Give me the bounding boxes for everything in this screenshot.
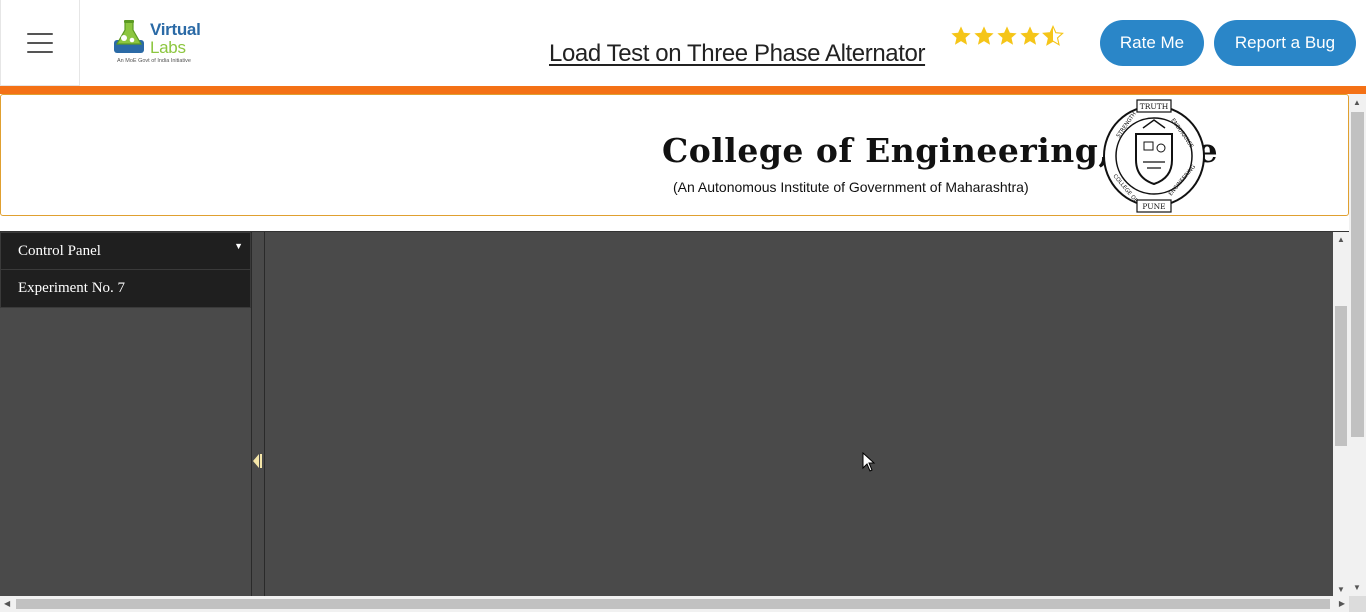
scrollbar-corner <box>1349 596 1366 612</box>
accent-divider <box>0 86 1366 94</box>
scrollbar-thumb[interactable] <box>16 599 1330 609</box>
logo-tagline: An MoE Govt of India Initiative <box>117 58 191 64</box>
logo-text-virtual: Virtual <box>150 20 201 39</box>
scroll-right-arrow-icon[interactable]: ▶ <box>1339 599 1345 608</box>
panel-splitter[interactable] <box>252 232 265 597</box>
rate-me-button[interactable]: Rate Me <box>1100 20 1204 66</box>
svg-text:TRUTH: TRUTH <box>1140 102 1169 111</box>
scroll-left-arrow-icon[interactable]: ◀ <box>4 599 10 608</box>
flask-icon <box>114 20 144 53</box>
hamburger-menu-icon[interactable] <box>0 0 80 86</box>
sidebar-item-label: Control Panel <box>18 242 101 259</box>
scroll-up-arrow-icon[interactable]: ▲ <box>1337 235 1345 244</box>
page-vertical-scrollbar[interactable]: ▲ ▼ <box>1349 94 1366 596</box>
simulation-vertical-scrollbar[interactable]: ▲ ▼ <box>1333 232 1349 597</box>
scrollbar-thumb[interactable] <box>1351 112 1364 437</box>
scroll-up-arrow-icon[interactable]: ▲ <box>1353 98 1361 107</box>
star-full-icon <box>997 26 1017 45</box>
college-emblem-icon: TRUTH PUNE STRENGTH ENDURANCE COLLEGE OF… <box>1103 99 1205 213</box>
scroll-down-arrow-icon[interactable]: ▼ <box>1353 583 1361 592</box>
report-bug-button[interactable]: Report a Bug <box>1214 20 1356 66</box>
caret-down-icon[interactable]: ▼ <box>234 241 243 251</box>
college-banner: College of Engineering, Pune (An Autonom… <box>0 94 1349 216</box>
scrollbar-thumb[interactable] <box>1335 306 1347 446</box>
star-full-icon <box>951 26 971 45</box>
logo-text-labs: Labs <box>150 38 186 57</box>
star-full-icon <box>1020 26 1040 45</box>
collapse-arrow-icon[interactable] <box>252 453 264 469</box>
college-subtitle: (An Autonomous Institute of Government o… <box>673 179 1029 195</box>
control-sidebar: Control Panel ▼ Experiment No. 7 <box>0 232 252 597</box>
scroll-down-arrow-icon[interactable]: ▼ <box>1337 585 1345 594</box>
sidebar-item-experiment[interactable]: Experiment No. 7 <box>0 270 251 308</box>
sidebar-item-control-panel[interactable]: Control Panel ▼ <box>0 232 251 270</box>
star-half-icon <box>1042 25 1064 46</box>
horizontal-scrollbar[interactable]: ◀ ▶ <box>0 596 1349 612</box>
virtual-labs-logo[interactable]: Virtual Labs An MoE Govt of India Initia… <box>110 16 202 70</box>
svg-text:PUNE: PUNE <box>1142 202 1165 211</box>
sidebar-item-label: Experiment No. 7 <box>18 280 126 296</box>
page-title[interactable]: Load Test on Three Phase Alternator <box>549 40 925 68</box>
top-navbar: Virtual Labs An MoE Govt of India Initia… <box>0 0 1366 86</box>
star-full-icon <box>974 26 994 45</box>
rating-stars <box>950 25 1064 47</box>
mouse-pointer-icon <box>862 452 876 472</box>
simulation-area[interactable]: Control Panel ▼ Experiment No. 7 ▲ ▼ <box>0 231 1349 597</box>
